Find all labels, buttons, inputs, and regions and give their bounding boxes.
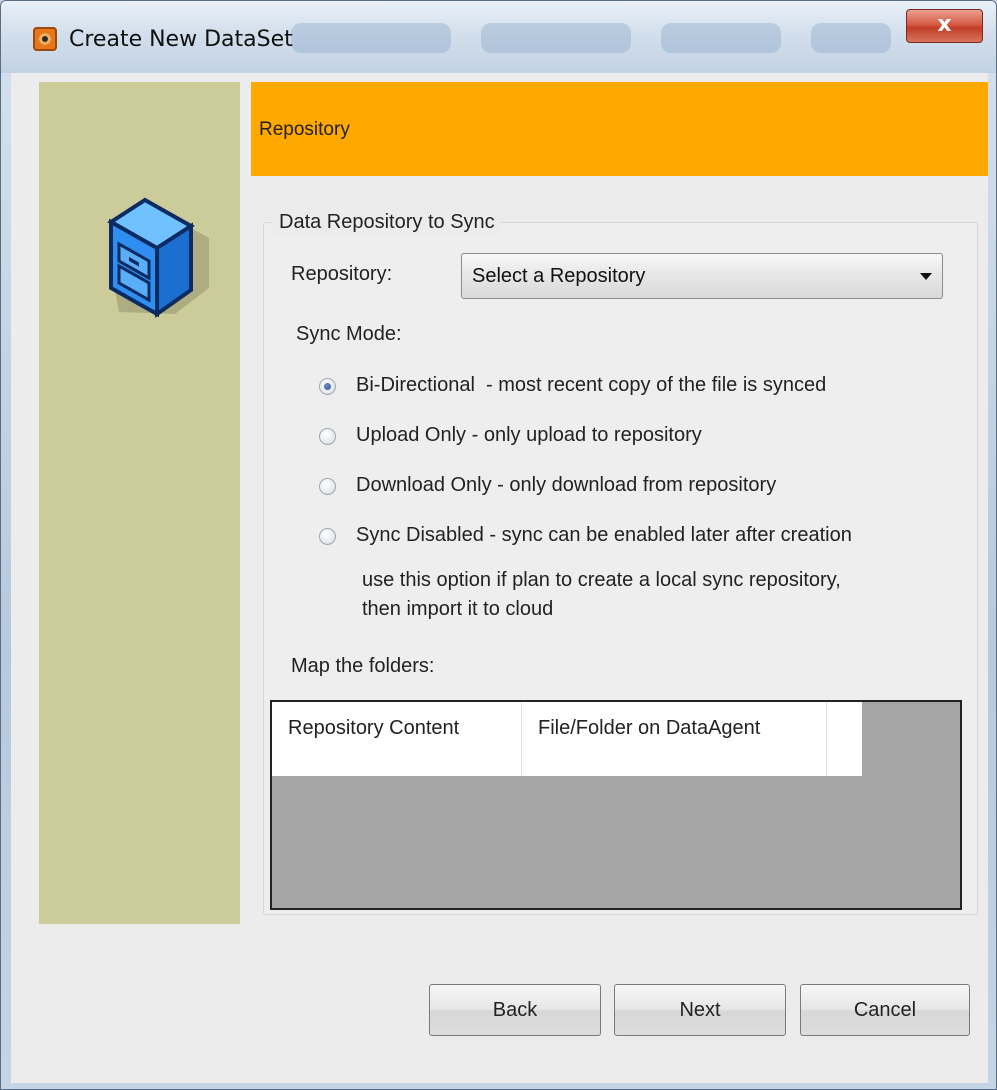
step-banner: Repository	[251, 82, 988, 176]
radio-button[interactable]	[319, 528, 336, 545]
radio-label: Download Only - only download from repos…	[356, 474, 777, 496]
dialog-client-area: Repository Data Repository to Sync Repos…	[11, 73, 988, 1083]
titlebar-glass	[481, 23, 631, 53]
radio-button[interactable]	[319, 478, 336, 495]
radio-button[interactable]	[319, 428, 336, 445]
column-header-extra[interactable]	[827, 702, 862, 776]
titlebar-glass	[811, 23, 891, 53]
repository-select[interactable]: Select a Repository	[461, 253, 943, 299]
app-icon	[33, 27, 57, 51]
chevron-down-icon	[920, 273, 932, 280]
titlebar-glass	[661, 23, 781, 53]
title-bar[interactable]: Create New DataSet x	[1, 1, 996, 73]
sync-mode-label: Sync Mode:	[296, 323, 402, 345]
window-title: Create New DataSet	[69, 27, 293, 52]
repository-label: Repository:	[291, 263, 393, 285]
radio-button[interactable]	[319, 378, 336, 395]
sync-disabled-note: use this option if plan to create a loca…	[362, 569, 841, 620]
map-folders-label: Map the folders:	[291, 655, 435, 677]
radio-label: Bi-Directional - most recent copy of the…	[356, 374, 827, 396]
column-header-file-folder[interactable]: File/Folder on DataAgent	[522, 702, 827, 776]
repository-select-value: Select a Repository	[472, 265, 646, 287]
cancel-button[interactable]: Cancel	[800, 984, 970, 1036]
next-button[interactable]: Next	[614, 984, 786, 1036]
close-button[interactable]: x	[906, 9, 983, 43]
radio-label: Sync Disabled - sync can be enabled late…	[356, 524, 852, 546]
repository-cube-icon	[107, 197, 209, 318]
group-legend: Data Repository to Sync	[273, 211, 501, 234]
radio-label: Upload Only - only upload to repository	[356, 424, 702, 446]
folder-map-table[interactable]: Repository Content File/Folder on DataAg…	[270, 700, 962, 910]
step-title: Repository	[259, 119, 350, 140]
back-button[interactable]: Back	[429, 984, 601, 1036]
table-header: Repository Content File/Folder on DataAg…	[272, 702, 862, 776]
side-panel	[39, 82, 240, 924]
create-dataset-dialog: Create New DataSet x Repository Data Rep…	[0, 0, 997, 1090]
column-header-repository-content[interactable]: Repository Content	[272, 702, 522, 776]
close-icon: x	[937, 12, 952, 37]
titlebar-glass	[291, 23, 451, 53]
